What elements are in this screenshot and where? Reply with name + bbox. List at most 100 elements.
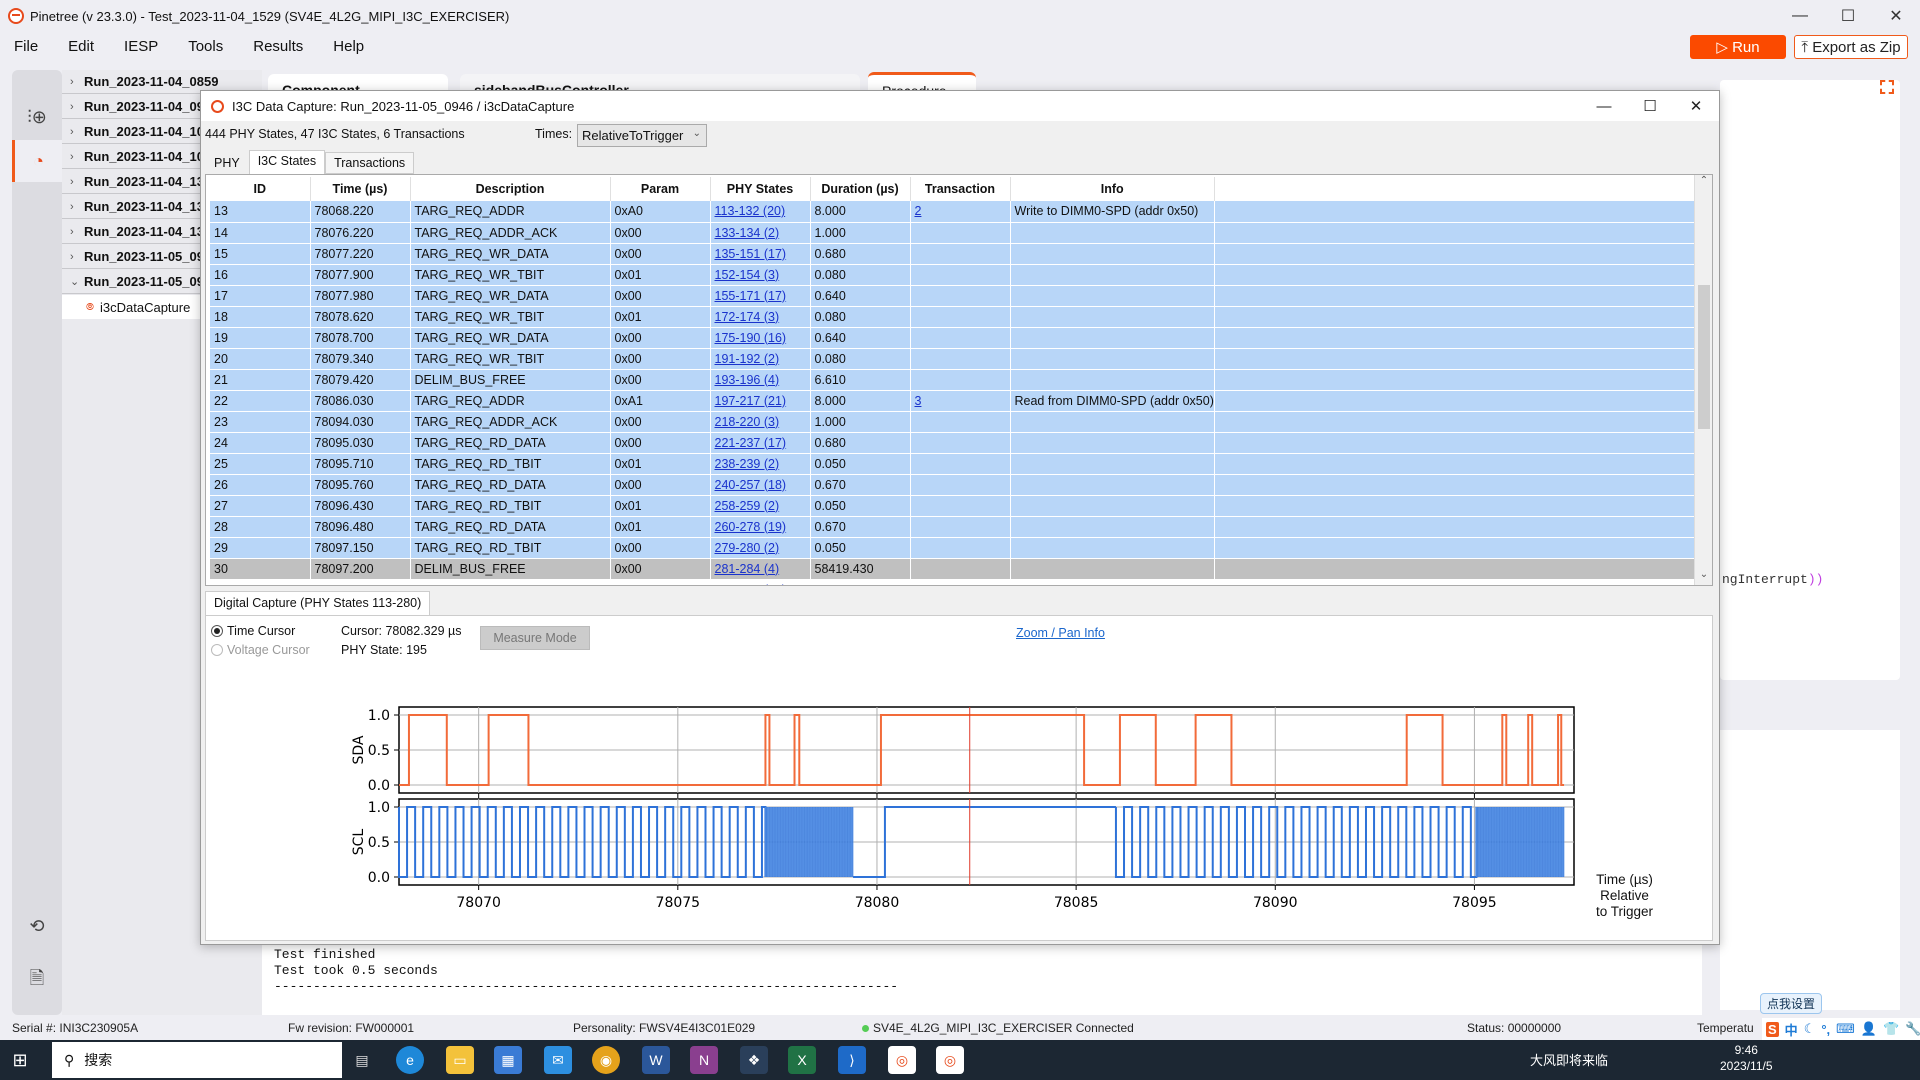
- code-editor[interactable]: [1720, 80, 1900, 680]
- close-button[interactable]: ✕: [1872, 0, 1920, 32]
- punctuation-icon[interactable]: °,: [1821, 1022, 1830, 1037]
- pinetree-active-icon[interactable]: ◎: [936, 1046, 964, 1074]
- phy-states-link[interactable]: 260-278 (19): [715, 520, 787, 534]
- table-row[interactable]: 18 78078.620 TARG_REQ_WR_TBIT 0x01 172-174 (…: [210, 306, 1701, 328]
- table-scrollbar[interactable]: ⌃ ⌄: [1694, 175, 1712, 585]
- phy-states-link[interactable]: 218-220 (3): [715, 415, 780, 429]
- run-button[interactable]: ▷ Run: [1690, 35, 1786, 59]
- menu-file[interactable]: File: [14, 38, 38, 55]
- column-header[interactable]: Param: [610, 177, 711, 201]
- table-row[interactable]: 14 78076.220 TARG_REQ_ADDR_ACK 0x00 133-134 …: [210, 222, 1701, 244]
- chrome-icon[interactable]: ◉: [592, 1046, 620, 1074]
- excel-icon[interactable]: X: [788, 1046, 816, 1074]
- maximize-button[interactable]: ☐: [1824, 0, 1872, 32]
- column-header[interactable]: Info: [1010, 177, 1215, 201]
- column-header[interactable]: Description: [410, 177, 611, 201]
- table-row[interactable]: 25 78095.710 TARG_REQ_RD_TBIT 0x01 238-239 (…: [210, 453, 1701, 475]
- phy-states-link[interactable]: 191-192 (2): [715, 352, 780, 366]
- phy-states-link[interactable]: 258-259 (2): [715, 499, 780, 513]
- phy-states-link[interactable]: 197-217 (21): [715, 394, 787, 408]
- table-row[interactable]: 30 78097.200 DELIM_BUS_FREE 0x00 281-284 (4)…: [210, 558, 1701, 580]
- moon-icon[interactable]: ☾: [1804, 1021, 1816, 1037]
- table-row[interactable]: 29 78097.150 TARG_REQ_RD_TBIT 0x00 279-280 (…: [210, 537, 1701, 559]
- export-zip-button[interactable]: ⤒ Export as Zip: [1794, 35, 1908, 59]
- ime-toolbar[interactable]: S 中 ☾ °, ⌨ 👤 👕 🔧: [1762, 1018, 1920, 1040]
- task-view-icon[interactable]: ▤: [348, 1046, 376, 1074]
- taskbar-search[interactable]: ⚲ 搜索: [52, 1042, 342, 1078]
- column-header[interactable]: Transaction: [910, 177, 1011, 201]
- wrench-icon[interactable]: 🔧: [1905, 1021, 1920, 1037]
- fullscreen-icon[interactable]: [1880, 80, 1894, 94]
- onenote-icon[interactable]: N: [690, 1046, 718, 1074]
- scroll-up-icon[interactable]: ⌃: [1695, 175, 1712, 191]
- edge-icon[interactable]: e: [396, 1046, 424, 1074]
- phy-states-link[interactable]: 175-190 (16): [715, 331, 787, 345]
- table-row[interactable]: 24 78095.030 TARG_REQ_RD_DATA 0x00 221-237 (…: [210, 432, 1701, 454]
- minimize-button[interactable]: —: [1776, 0, 1824, 32]
- menu-edit[interactable]: Edit: [68, 38, 94, 55]
- tab-phy[interactable]: PHY: [205, 152, 249, 174]
- word-icon[interactable]: W: [642, 1046, 670, 1074]
- table-row[interactable]: 20 78079.340 TARG_REQ_WR_TBIT 0x00 191-192 (…: [210, 348, 1701, 370]
- document-icon[interactable]: 🗎: [12, 960, 62, 1002]
- table-row[interactable]: 13 78068.220 TARG_REQ_ADDR 0xA0 113-132 (20)…: [210, 201, 1701, 223]
- phy-states-link[interactable]: 281-284 (4): [715, 562, 780, 576]
- phy-states-link[interactable]: 133-134 (2): [715, 226, 780, 240]
- table-row[interactable]: 23 78094.030 TARG_REQ_ADDR_ACK 0x00 218-220 …: [210, 411, 1701, 433]
- table-row[interactable]: 16 78077.900 TARG_REQ_WR_TBIT 0x01 152-154 (…: [210, 264, 1701, 286]
- phy-states-link[interactable]: 193-196 (4): [715, 373, 780, 387]
- windows-start-icon[interactable]: ⊞: [0, 1040, 40, 1080]
- table-row[interactable]: 21 78079.420 DELIM_BUS_FREE 0x00 193-196 (4)…: [210, 369, 1701, 391]
- ime-mode[interactable]: 中: [1785, 1020, 1798, 1039]
- phy-states-link[interactable]: 135-151 (17): [715, 247, 787, 261]
- table-row[interactable]: 15 78077.220 TARG_REQ_WR_DATA 0x00 135-151 (…: [210, 243, 1701, 265]
- file-explorer-icon[interactable]: ▭: [446, 1046, 474, 1074]
- menu-iesp[interactable]: IESP: [124, 38, 158, 55]
- tab-digital-capture[interactable]: Digital Capture (PHY States 113-280): [205, 591, 431, 615]
- column-header[interactable]: Duration (µs): [810, 177, 911, 201]
- keyboard-icon[interactable]: ⌨: [1836, 1021, 1855, 1037]
- column-header[interactable]: Time (µs): [310, 177, 411, 201]
- transaction-link[interactable]: 3: [915, 394, 922, 408]
- phy-states-link[interactable]: 172-174 (3): [715, 310, 780, 324]
- taskbar-clock[interactable]: 9:46 2023/11/5: [1720, 1042, 1773, 1074]
- table-row[interactable]: 22 78086.030 TARG_REQ_ADDR 0xA1 197-217 (21)…: [210, 390, 1701, 412]
- scroll-down-icon[interactable]: ⌄: [1695, 569, 1712, 585]
- phy-states-link[interactable]: 240-257 (18): [715, 478, 787, 492]
- phy-states-link[interactable]: 221-237 (17): [715, 436, 787, 450]
- pinetree-icon[interactable]: ◎: [888, 1046, 916, 1074]
- app-icon[interactable]: ❖: [740, 1046, 768, 1074]
- table-row[interactable]: 26 78095.760 TARG_REQ_RD_DATA 0x00 240-257 (…: [210, 474, 1701, 496]
- times-dropdown[interactable]: RelativeToTrigger ⌄: [577, 124, 707, 147]
- transaction-link[interactable]: 2: [915, 204, 922, 218]
- transaction-link[interactable]: 4: [915, 583, 922, 586]
- dialog-close-button[interactable]: ✕: [1673, 91, 1719, 121]
- tab-transactions[interactable]: Transactions: [325, 152, 415, 174]
- column-header[interactable]: ID: [210, 177, 311, 201]
- vscode-icon[interactable]: ⟩: [838, 1046, 866, 1074]
- phy-states-link[interactable]: 113-132 (20): [715, 204, 786, 218]
- phy-states-link[interactable]: 155-171 (17): [715, 289, 787, 303]
- column-header[interactable]: PHY States: [710, 177, 811, 201]
- table-row[interactable]: 17 78077.980 TARG_REQ_WR_DATA 0x00 155-171 (…: [210, 285, 1701, 307]
- dialog-maximize-button[interactable]: ☐: [1627, 91, 1673, 121]
- digital-capture-chart[interactable]: 0.00.51.0SDA0.00.51.0SCL78070 78075 78080 7…: [206, 616, 1714, 942]
- table-row[interactable]: 28 78096.480 TARG_REQ_RD_DATA 0x01 260-278 (…: [210, 516, 1701, 538]
- dialog-minimize-button[interactable]: —: [1581, 91, 1627, 121]
- results-pie-icon[interactable]: ◔: [12, 140, 62, 182]
- table-row[interactable]: 31136516.630CCC_BCAST_I3C_WR0x7E 285-303 …: [210, 579, 1701, 586]
- menu-results[interactable]: Results: [253, 38, 303, 55]
- phy-states-link[interactable]: 279-280 (2): [715, 541, 780, 555]
- settings-sliders-icon[interactable]: ⫶⊕: [12, 96, 62, 138]
- phy-states-link[interactable]: 285-303 (19): [715, 583, 787, 586]
- table-row[interactable]: 19 78078.700 TARG_REQ_WR_DATA 0x00 175-190 (…: [210, 327, 1701, 349]
- phy-states-link[interactable]: 238-239 (2): [715, 457, 780, 471]
- weather-widget[interactable]: 大风即将来临: [1530, 1050, 1608, 1069]
- scrollbar-thumb[interactable]: [1698, 285, 1710, 429]
- refresh-icon[interactable]: ⟲: [12, 905, 62, 947]
- user-icon[interactable]: 👤: [1861, 1021, 1877, 1037]
- table-row[interactable]: 27 78096.430 TARG_REQ_RD_TBIT 0x01 258-259 (…: [210, 495, 1701, 517]
- mail-icon[interactable]: ✉: [544, 1046, 572, 1074]
- sogou-icon[interactable]: S: [1766, 1021, 1779, 1037]
- store-icon[interactable]: ▦: [494, 1046, 522, 1074]
